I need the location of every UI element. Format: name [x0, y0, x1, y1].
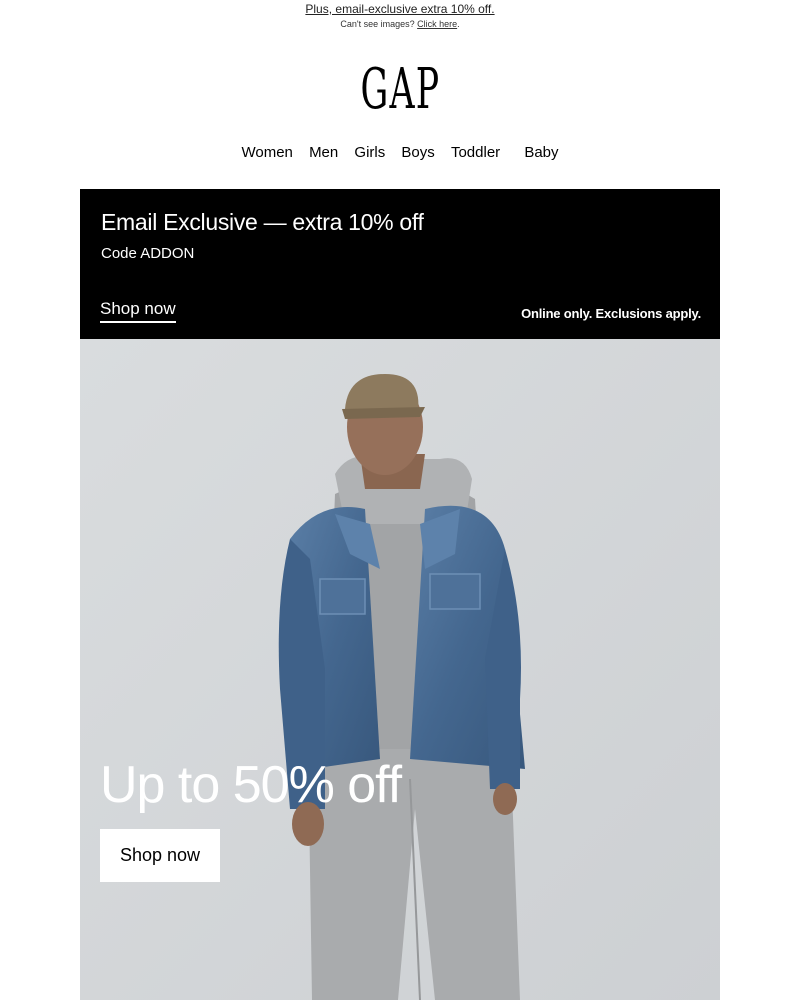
hero-shop-now-button[interactable]: Shop now — [100, 829, 220, 882]
promo-shop-now-link[interactable]: Shop now — [100, 299, 176, 323]
nav-item-baby[interactable]: Baby — [524, 144, 558, 162]
period: . — [457, 19, 460, 29]
promo-disclaimer: Online only. Exclusions apply. — [521, 306, 701, 321]
click-here-link[interactable]: Click here — [417, 19, 457, 29]
preheader-headline-link[interactable]: Plus, email-exclusive extra 10% off. — [0, 2, 800, 16]
images-notice-text: Can't see images? — [340, 19, 415, 29]
nav-item-men[interactable]: Men — [309, 144, 338, 162]
brand-logo[interactable]: GAP — [0, 62, 800, 118]
category-nav: Women Men Girls Boys Toddler Baby — [0, 144, 800, 162]
hero-banner[interactable]: Up to 50% off Shop now — [80, 339, 720, 1000]
preheader: Plus, email-exclusive extra 10% off. Can… — [0, 2, 800, 31]
nav-item-girls[interactable]: Girls — [354, 144, 385, 162]
images-notice: Can't see images? Click here. — [0, 17, 800, 31]
hero-model-illustration — [80, 339, 720, 1000]
promo-banner: Email Exclusive — extra 10% off Code ADD… — [80, 189, 720, 339]
promo-code: Code ADDON — [101, 245, 195, 262]
nav-item-boys[interactable]: Boys — [401, 144, 434, 162]
nav-item-toddler[interactable]: Toddler — [451, 144, 500, 162]
hero-headline: Up to 50% off — [100, 756, 402, 814]
nav-item-women[interactable]: Women — [241, 144, 292, 162]
promo-title: Email Exclusive — extra 10% off — [101, 209, 424, 235]
logo-text: GAP — [360, 57, 440, 122]
